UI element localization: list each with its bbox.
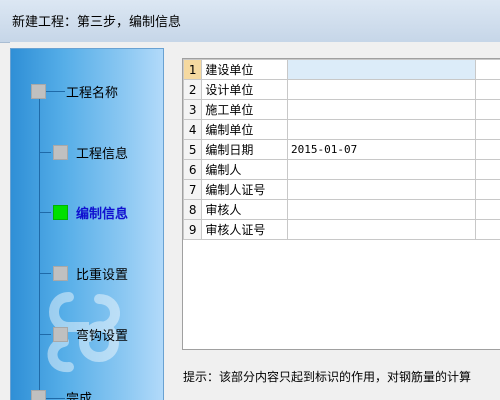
field-value-cell[interactable] (287, 119, 477, 140)
field-name: 编制单位 (201, 119, 289, 140)
table-row[interactable]: 7 编制人证号 (183, 179, 500, 200)
step-project-name[interactable]: 工程名称 (31, 80, 118, 102)
table-row[interactable]: 6 编制人 (183, 159, 500, 180)
step-label: 工程信息 (76, 146, 129, 162)
field-name: 建设单位 (201, 59, 289, 80)
tree-line-branch (39, 273, 51, 274)
row-number: 3 (183, 99, 203, 120)
step-label: 弯钩设置 (76, 328, 129, 344)
step-indicator (53, 144, 68, 160)
field-name: 施工单位 (201, 99, 289, 120)
field-value-cell[interactable] (287, 59, 477, 80)
table-row[interactable]: 5 编制日期 2015-01-07 (183, 139, 500, 160)
field-name: 编制人 (201, 159, 289, 180)
step-indicator (53, 265, 68, 281)
field-name: 审核人证号 (201, 219, 289, 240)
row-number: 4 (183, 119, 203, 140)
step-hook-settings[interactable]: 弯钩设置 (53, 323, 128, 345)
field-name: 审核人 (201, 199, 289, 220)
field-name: 编制日期 (201, 139, 289, 160)
step-indicator (31, 389, 46, 400)
row-number: 6 (183, 159, 203, 180)
wizard-window: 新建工程：第三步，编制信息 工程名称 工程信息 编制信息 比重设置 弯钩设置 完… (0, 0, 500, 400)
row-number: 8 (183, 199, 203, 220)
window-title: 新建工程：第三步，编制信息 (12, 15, 182, 30)
row-number: 7 (183, 179, 203, 200)
step-indicator (31, 83, 46, 99)
field-name: 设计单位 (201, 79, 289, 100)
tree-line-branch (39, 334, 51, 335)
field-value-cell[interactable]: 2015-01-07 (287, 139, 477, 160)
field-value-cell[interactable] (287, 79, 477, 100)
table-row[interactable]: 1 建设单位 (183, 59, 500, 80)
field-value-cell[interactable] (287, 159, 477, 180)
field-name: 编制人证号 (201, 179, 289, 200)
field-value-cell[interactable] (287, 199, 477, 220)
row-number: 2 (183, 79, 203, 100)
step-label: 工程名称 (66, 85, 119, 101)
table-row[interactable]: 3 施工单位 (183, 99, 500, 120)
step-label: 编制信息 (76, 206, 129, 222)
step-label: 完成 (66, 391, 93, 400)
table-row[interactable]: 4 编制单位 (183, 119, 500, 140)
table-row[interactable]: 9 审核人证号 (183, 219, 500, 240)
step-weight-settings[interactable]: 比重设置 (53, 262, 128, 284)
table-row[interactable]: 8 审核人 (183, 199, 500, 220)
info-table: 1 建设单位 2 设计单位 3 施工单位 4 编制单位 5 编制日期 2015-… (183, 59, 500, 240)
tree-line-branch (39, 152, 51, 153)
step-finish[interactable]: 完成 (31, 386, 92, 400)
step-label: 比重设置 (76, 267, 129, 283)
wizard-steps-panel: 工程名称 工程信息 编制信息 比重设置 弯钩设置 完成 (10, 48, 164, 400)
row-number: 5 (183, 139, 203, 160)
title-bar[interactable]: 新建工程：第三步，编制信息 (0, 0, 500, 43)
hint-text: 提示：该部分内容只起到标识的作用，对钢筋量的计算 (183, 370, 472, 384)
row-number: 1 (183, 59, 203, 80)
field-value-cell[interactable] (287, 99, 477, 120)
step-project-info[interactable]: 工程信息 (53, 141, 128, 163)
step-compile-info[interactable]: 编制信息 (53, 201, 128, 223)
tree-line-vertical (39, 97, 40, 399)
field-value-cell[interactable] (287, 179, 477, 200)
step-indicator-active (53, 204, 68, 220)
tree-line-branch (39, 212, 51, 213)
row-number: 9 (183, 219, 203, 240)
table-row[interactable]: 2 设计单位 (183, 79, 500, 100)
step-indicator (53, 326, 68, 342)
compile-info-grid: 1 建设单位 2 设计单位 3 施工单位 4 编制单位 5 编制日期 2015-… (182, 58, 500, 350)
field-value-cell[interactable] (287, 219, 477, 240)
